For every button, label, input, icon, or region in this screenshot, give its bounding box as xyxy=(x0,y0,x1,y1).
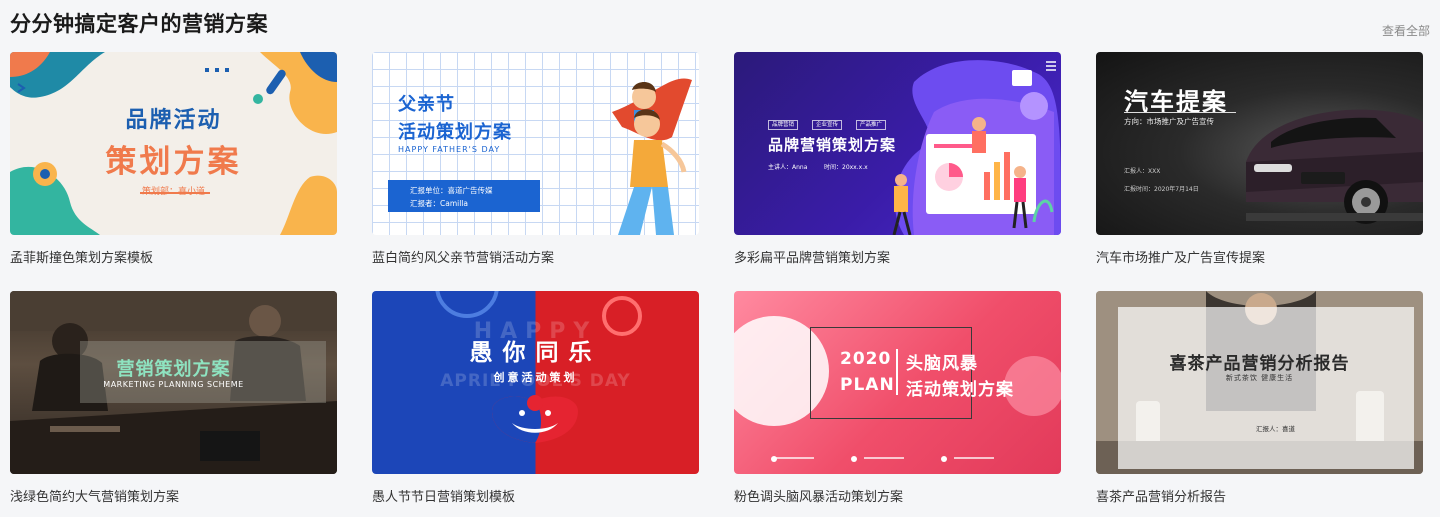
thumb-tag: 品牌营销 xyxy=(768,120,799,130)
template-card[interactable]: 营销策划方案 MARKETING PLANNING SCHEME 浅绿色简约大气… xyxy=(10,291,337,506)
template-thumbnail[interactable]: 品牌活动 策划方案 策划部：喜小道 xyxy=(10,52,337,235)
template-card[interactable]: 品牌活动 策划方案 策划部：喜小道 孟菲斯撞色策划方案模板 xyxy=(10,52,337,267)
thumb-line2: 活动策划方案 xyxy=(398,122,512,143)
template-caption[interactable]: 粉色调头脑风暴活动策划方案 xyxy=(734,486,903,505)
thumb-line1: 父亲节 xyxy=(398,94,455,115)
template-card[interactable]: 品牌营销 企业宣传 产品推广 品牌营销策划方案 主讲人：Anna 时间：20xx… xyxy=(734,52,1061,267)
thumb-time: 汇报时间：2020年7月14日 xyxy=(1124,186,1199,193)
template-thumbnail[interactable]: HAPPY 愚你同乐 APRIL FOOL'S DAY 创意活动策划 xyxy=(372,291,699,474)
thumb-title: 品牌营销策划方案 xyxy=(768,136,897,154)
template-thumbnail[interactable]: 父亲节 活动策划方案 HAPPY FATHER'S DAY 汇报单位：喜道广告传… xyxy=(372,52,699,235)
thumb-plan: PLAN xyxy=(840,375,895,395)
section-header: 分分钟搞定客户的营销方案 查看全部 xyxy=(10,8,1430,38)
thumb-reporter: 汇报人：喜道 xyxy=(1256,425,1295,433)
thumb-year: 2020 xyxy=(840,349,892,369)
template-caption[interactable]: 愚人节节日营销策划模板 xyxy=(372,486,515,505)
template-thumbnail[interactable]: 汽车提案 方向：市场推广及广告宣传 汇报人：XXX 汇报时间：2020年7月14… xyxy=(1096,52,1423,235)
thumb-panel xyxy=(1118,307,1414,469)
thumb-tag: 产品推广 xyxy=(856,120,887,130)
thumb-title: 营销策划方案 xyxy=(116,359,231,380)
section-title: 分分钟搞定客户的营销方案 xyxy=(10,12,268,36)
view-all-link[interactable]: 查看全部 xyxy=(1382,22,1430,39)
thumb-reporter: 汇报者：Camilla xyxy=(410,199,468,208)
template-caption[interactable]: 浅绿色简约大气营销策划方案 xyxy=(10,486,179,505)
thumb-subtitle: 创意活动策划 xyxy=(493,371,578,384)
thumb-time: 时间：20xx.x.x xyxy=(824,164,868,171)
thumb-title2: 活动策划方案 xyxy=(906,380,1014,400)
car-illustration xyxy=(1246,109,1423,224)
thumb-line2: 策划方案 xyxy=(105,144,242,180)
template-caption[interactable]: 汽车市场推广及广告宣传提案 xyxy=(1096,247,1265,266)
template-caption[interactable]: 孟菲斯撞色策划方案模板 xyxy=(10,247,153,266)
template-grid: 品牌活动 策划方案 策划部：喜小道 孟菲斯撞色策划方案模板 父亲节 活动策划方案… xyxy=(10,52,1424,512)
template-card[interactable]: 2020 PLAN 头脑风暴 活动策划方案 粉色调头脑风暴活动策划方案 xyxy=(734,291,1061,506)
template-caption[interactable]: 多彩扁平品牌营销策划方案 xyxy=(734,247,890,266)
thumb-english: HAPPY FATHER'S DAY xyxy=(398,145,501,154)
template-caption[interactable]: 喜茶产品营销分析报告 xyxy=(1096,486,1226,505)
thumb-title: 喜茶产品营销分析报告 xyxy=(1169,354,1350,374)
template-thumbnail[interactable]: 喜茶产品营销分析报告 新式茶饮 健康生活 汇报人：喜道 xyxy=(1096,291,1423,474)
thumb-subtitle: 方向：市场推广及广告宣传 xyxy=(1124,117,1214,126)
template-thumbnail[interactable]: 2020 PLAN 头脑风暴 活动策划方案 xyxy=(734,291,1061,474)
thumb-title: 愚你同乐 xyxy=(469,340,602,366)
thumb-title1: 头脑风暴 xyxy=(906,354,978,374)
template-caption[interactable]: 蓝白简约风父亲节营销活动方案 xyxy=(372,247,554,266)
template-card[interactable]: 喜茶产品营销分析报告 新式茶饮 健康生活 汇报人：喜道 喜茶产品营销分析报告 xyxy=(1096,291,1423,506)
thumb-subtitle: 新式茶饮 健康生活 xyxy=(1225,374,1294,382)
template-card[interactable]: 父亲节 活动策划方案 HAPPY FATHER'S DAY 汇报单位：喜道广告传… xyxy=(372,52,699,267)
thumb-english: MARKETING PLANNING SCHEME xyxy=(103,380,244,389)
template-thumbnail[interactable]: 品牌营销 企业宣传 产品推广 品牌营销策划方案 主讲人：Anna 时间：20xx… xyxy=(734,52,1061,235)
thumb-speaker: 主讲人：Anna xyxy=(768,164,808,171)
thumb-presenter: 策划部：喜小道 xyxy=(141,187,205,197)
thumb-tag: 企业宣传 xyxy=(812,120,843,130)
thumb-divider xyxy=(896,349,898,395)
template-card[interactable]: HAPPY 愚你同乐 APRIL FOOL'S DAY 创意活动策划 愚人节节日… xyxy=(372,291,699,506)
thumb-line1: 品牌活动 xyxy=(125,108,222,133)
thumb-rule xyxy=(1124,112,1236,113)
template-thumbnail[interactable]: 营销策划方案 MARKETING PLANNING SCHEME xyxy=(10,291,337,474)
template-card[interactable]: 汽车提案 方向：市场推广及广告宣传 汇报人：XXX 汇报时间：2020年7月14… xyxy=(1096,52,1423,267)
thumb-reporter: 汇报人：XXX xyxy=(1124,168,1161,175)
thumb-unit: 汇报单位：喜道广告传媒 xyxy=(410,186,493,195)
